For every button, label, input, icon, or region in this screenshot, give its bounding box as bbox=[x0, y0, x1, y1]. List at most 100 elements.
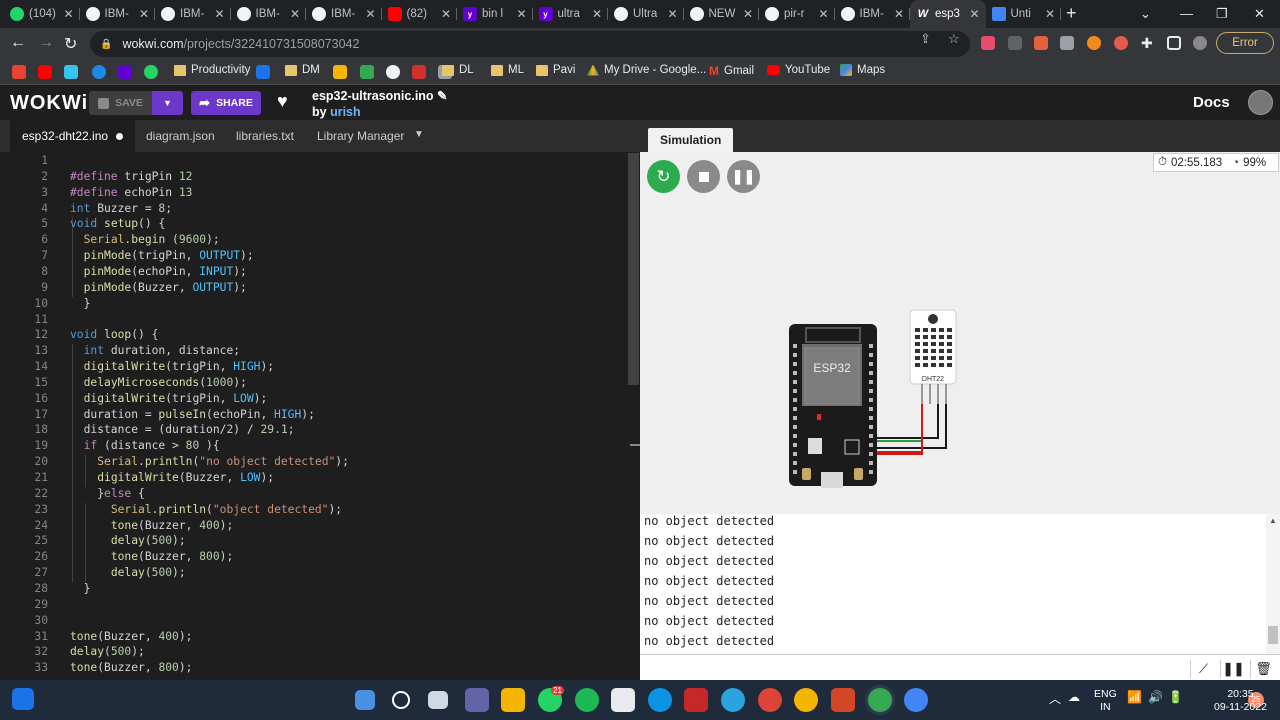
language-indicator[interactable]: ENG IN bbox=[1094, 688, 1117, 714]
scroll-up-icon[interactable]: ▲ bbox=[1266, 516, 1280, 525]
close-tab-icon[interactable]: ✕ bbox=[516, 7, 526, 21]
slack-bookmark-icon[interactable] bbox=[64, 65, 78, 79]
tab-esp32-dht22[interactable]: esp32-dht22.ino bbox=[10, 120, 136, 152]
code-line[interactable]: tone(Buzzer, 400); bbox=[70, 519, 233, 532]
mcafee-icon[interactable] bbox=[684, 688, 708, 712]
code-line[interactable]: tone(Buzzer, 800); bbox=[70, 550, 233, 563]
search-icon[interactable] bbox=[392, 691, 410, 709]
tray-chevron-icon[interactable]: ︿ bbox=[1049, 690, 1061, 707]
browser-tab[interactable]: IBM- ✕ bbox=[306, 0, 382, 28]
serial-input-field[interactable] bbox=[640, 655, 1186, 680]
minimize-button[interactable]: — bbox=[1180, 6, 1193, 21]
code-line[interactable]: digitalWrite(trigPin, HIGH); bbox=[70, 360, 274, 373]
browser-tab[interactable]: (82) ✕ bbox=[382, 0, 458, 28]
forward-icon[interactable]: → bbox=[38, 34, 54, 52]
new-tab-button[interactable]: + bbox=[1066, 4, 1084, 24]
spotify-icon[interactable] bbox=[575, 688, 599, 712]
bookmark-ml[interactable]: ML bbox=[491, 64, 524, 76]
plotter-chart-icon[interactable]: ⟋ bbox=[1190, 660, 1216, 678]
task-view-icon[interactable] bbox=[428, 691, 448, 709]
profile-avatar-icon[interactable] bbox=[1193, 36, 1207, 50]
bookmark-dm[interactable]: DM bbox=[285, 64, 320, 76]
code-line[interactable]: } bbox=[70, 297, 91, 310]
whatsapp-bookmark-icon[interactable] bbox=[144, 65, 158, 79]
extension-icon-5[interactable] bbox=[1087, 36, 1101, 50]
browser-tab[interactable]: (104) ✕ bbox=[4, 0, 80, 28]
clock[interactable]: 20:35 09-11-2022 bbox=[1214, 688, 1267, 714]
file-explorer-icon[interactable] bbox=[501, 688, 525, 712]
bookmark-pavi[interactable]: Pavi bbox=[536, 64, 575, 76]
bookmark-maps[interactable]: Maps bbox=[840, 64, 885, 76]
share-page-icon[interactable]: ⇪ bbox=[920, 31, 931, 47]
code-line[interactable]: #define trigPin 12 bbox=[70, 170, 192, 183]
app-bookmark-icon-4[interactable] bbox=[360, 65, 374, 79]
code-line[interactable]: Serial.begin (9600); bbox=[70, 233, 220, 246]
code-line[interactable]: digitalWrite(Buzzer, LOW); bbox=[70, 471, 274, 484]
code-line[interactable]: void setup() { bbox=[70, 217, 165, 230]
browser-tab[interactable]: IBM- ✕ bbox=[835, 0, 911, 28]
code-line[interactable]: int Buzzer = 8; bbox=[70, 202, 172, 215]
tab-menu-chevron-icon[interactable]: ▼ bbox=[414, 129, 424, 140]
code-line[interactable]: pinMode(echoPin, INPUT); bbox=[70, 265, 247, 278]
code-line[interactable]: Serial.println("no object detected"); bbox=[70, 455, 349, 468]
address-bar[interactable]: 🔒 wokwi.com/projects/322410731508073042 bbox=[90, 31, 970, 57]
close-window-button[interactable]: ✕ bbox=[1254, 6, 1265, 22]
code-line[interactable]: if (distance > 80 ){ bbox=[70, 439, 220, 452]
close-tab-icon[interactable]: ✕ bbox=[1045, 7, 1055, 21]
code-line[interactable]: Serial.println("object detected"); bbox=[70, 503, 342, 516]
close-tab-icon[interactable]: ✕ bbox=[592, 7, 602, 21]
youtube-bookmark-icon[interactable] bbox=[38, 65, 52, 79]
extension-icon-4[interactable] bbox=[1060, 36, 1074, 50]
code-line[interactable]: digitalWrite(trigPin, LOW); bbox=[70, 392, 268, 405]
store-icon[interactable] bbox=[611, 688, 635, 712]
code-line[interactable]: pinMode(trigPin, OUTPUT); bbox=[70, 249, 254, 262]
like-heart-icon[interactable]: ♥ bbox=[277, 91, 288, 112]
project-title[interactable]: esp32-ultrasonic.ino ✎ bbox=[312, 88, 448, 103]
app-bookmark-icon-2[interactable] bbox=[256, 65, 270, 79]
close-tab-icon[interactable]: ✕ bbox=[290, 7, 300, 21]
code-line[interactable]: tone(Buzzer, 800); bbox=[70, 661, 192, 674]
close-tab-icon[interactable]: ✕ bbox=[365, 7, 375, 21]
chrome-icon-1[interactable] bbox=[758, 688, 782, 712]
code-line[interactable]: pinMode(Buzzer, OUTPUT); bbox=[70, 281, 247, 294]
extensions-puzzle-icon[interactable]: ✚ bbox=[1141, 36, 1155, 50]
browser-tab[interactable]: Unti ✕ bbox=[986, 0, 1062, 28]
bookmark-my-drive[interactable]: My Drive - Google... bbox=[587, 64, 706, 76]
browser-tab[interactable]: NEW ✕ bbox=[684, 0, 760, 28]
widgets-icon[interactable] bbox=[12, 688, 34, 710]
clear-trash-icon[interactable]: 🗑 bbox=[1250, 660, 1276, 678]
tab-search-icon[interactable]: ⌄ bbox=[1140, 6, 1151, 22]
app-bookmark-icon-1[interactable] bbox=[92, 65, 106, 79]
serial-monitor-output[interactable]: no object detected no object detected no o… bbox=[640, 514, 1280, 654]
chrome-icon-3[interactable] bbox=[904, 688, 928, 712]
chrome-icon-active[interactable] bbox=[868, 688, 892, 712]
telegram-icon[interactable] bbox=[721, 688, 745, 712]
extension-icon-6[interactable] bbox=[1114, 36, 1128, 50]
volume-icon[interactable]: 🔊 bbox=[1148, 690, 1163, 704]
close-tab-icon[interactable]: ✕ bbox=[894, 7, 904, 21]
close-tab-icon[interactable]: ✕ bbox=[139, 7, 149, 21]
user-avatar[interactable] bbox=[1248, 90, 1273, 115]
wokwi-logo[interactable]: WOKWi bbox=[10, 92, 88, 115]
share-button[interactable]: ➦ SHARE bbox=[191, 91, 261, 115]
close-tab-icon[interactable]: ✕ bbox=[667, 7, 677, 21]
tab-simulation[interactable]: Simulation bbox=[648, 128, 734, 152]
browser-tab[interactable]: y ultra ✕ bbox=[533, 0, 609, 28]
code-line[interactable]: }else { bbox=[70, 487, 145, 500]
yahoo-bookmark-icon[interactable] bbox=[118, 65, 132, 79]
code-line[interactable]: } bbox=[70, 582, 91, 595]
code-line[interactable]: duration = pulseIn(echoPin, HIGH); bbox=[70, 408, 315, 421]
close-tab-icon[interactable]: ✕ bbox=[441, 7, 451, 21]
back-icon[interactable]: ← bbox=[10, 34, 26, 52]
github-bookmark-icon[interactable] bbox=[386, 65, 400, 79]
close-tab-icon[interactable]: ✕ bbox=[743, 7, 753, 21]
docs-link[interactable]: Docs bbox=[1193, 94, 1230, 111]
code-line[interactable]: tone(Buzzer, 400); bbox=[70, 630, 192, 643]
bookmark-star-icon[interactable]: ☆ bbox=[948, 31, 960, 47]
maximize-button[interactable]: ❐ bbox=[1216, 6, 1228, 22]
browser-tab[interactable]: IBM- ✕ bbox=[231, 0, 307, 28]
edit-pencil-icon[interactable]: ✎ bbox=[437, 89, 447, 103]
extension-icon-3[interactable] bbox=[1034, 36, 1048, 50]
close-tab-icon[interactable]: ✕ bbox=[969, 7, 979, 21]
code-line[interactable]: int duration, distance; bbox=[70, 344, 240, 357]
